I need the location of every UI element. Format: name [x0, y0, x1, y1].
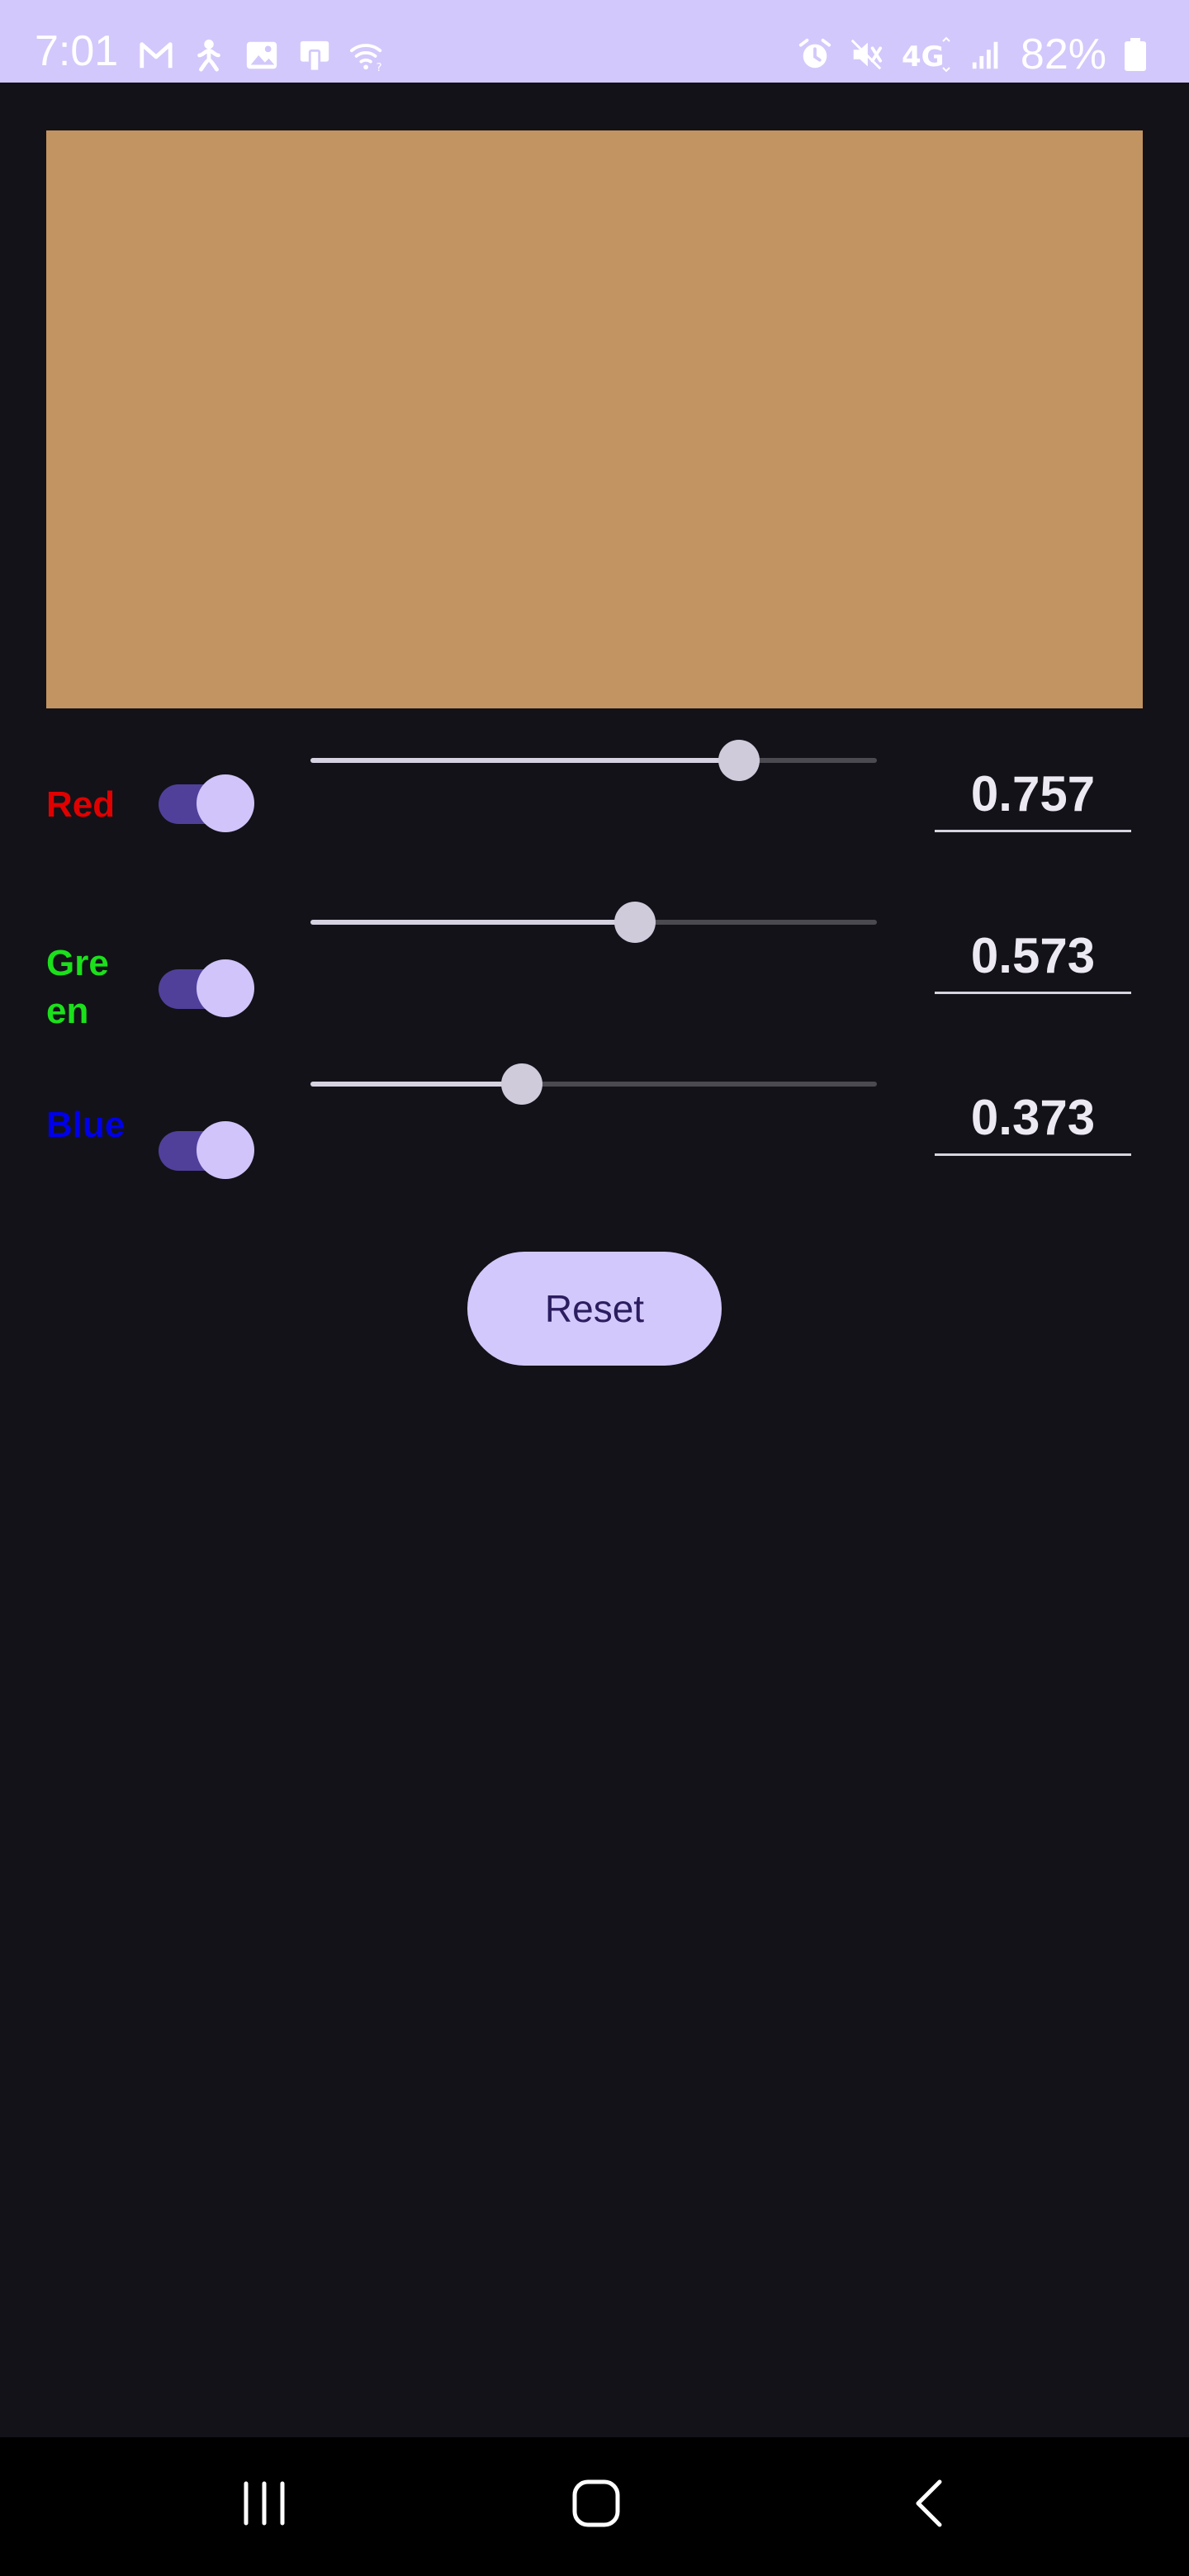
toggle-switch-green[interactable]: [159, 959, 256, 1017]
slider-thumb[interactable]: [500, 1063, 542, 1105]
channel-row-blue: Blue 0.373: [0, 1063, 1189, 1215]
back-button[interactable]: [872, 2462, 988, 2545]
home-icon: [572, 2479, 620, 2527]
gmail-icon: [140, 42, 173, 69]
value-field-blue[interactable]: 0.373: [935, 1088, 1131, 1156]
recent-apps-button[interactable]: [206, 2462, 322, 2545]
status-bar: 7:01 ? 4G 82%: [0, 0, 1189, 83]
status-icons-right: 4G 82%: [798, 33, 1148, 76]
home-button[interactable]: [538, 2462, 654, 2545]
value-text: 0.757: [970, 766, 1096, 822]
accessibility-icon: [197, 39, 220, 72]
reset-button-label: Reset: [544, 1287, 645, 1330]
channel-row-red: Red 0.757: [0, 740, 1189, 892]
battery-icon: [1125, 38, 1146, 71]
gallery-icon: [246, 41, 277, 69]
value-field-red[interactable]: 0.757: [935, 765, 1131, 832]
switch-thumb: [197, 959, 254, 1017]
recent-apps-icon: [244, 2481, 285, 2526]
value-field-green[interactable]: 0.573: [935, 926, 1131, 994]
toggle-switch-red[interactable]: [159, 774, 256, 832]
signal-icon: [972, 41, 998, 69]
navigation-bar: [0, 2437, 1189, 2576]
slider-green[interactable]: [310, 902, 877, 943]
slider-red[interactable]: [310, 740, 877, 781]
slider-thumb[interactable]: [614, 902, 656, 943]
value-text: 0.373: [970, 1090, 1096, 1145]
wifi-question-icon: ?: [350, 44, 382, 73]
4g-icon: 4G: [902, 36, 950, 73]
alarm-icon: [798, 38, 831, 69]
status-time: 7:01: [35, 27, 119, 75]
slider-track-active: [310, 920, 636, 925]
battery-percent: 82%: [1020, 31, 1106, 78]
reset-button[interactable]: Reset: [467, 1252, 722, 1366]
mute-icon: [850, 39, 883, 70]
value-text: 0.573: [970, 928, 1096, 983]
slider-thumb[interactable]: [718, 740, 760, 781]
slider-track-active: [310, 758, 740, 763]
channel-row-green: Green 0.573: [0, 902, 1189, 1054]
channel-label: Red: [46, 784, 116, 825]
channel-label: Green: [46, 943, 109, 1031]
cast-icon: [300, 40, 329, 73]
switch-thumb: [197, 1121, 254, 1179]
back-icon: [916, 2479, 942, 2527]
svg-text:?: ?: [377, 62, 382, 73]
switch-thumb: [197, 774, 254, 832]
toggle-switch-blue[interactable]: [159, 1121, 256, 1179]
slider-track-active: [310, 1082, 522, 1087]
slider-blue[interactable]: [310, 1063, 877, 1105]
color-preview: [46, 130, 1143, 708]
channel-label: Blue: [46, 1105, 126, 1145]
status-icons-left: ?: [139, 35, 385, 76]
svg-text:4G: 4G: [902, 40, 945, 73]
